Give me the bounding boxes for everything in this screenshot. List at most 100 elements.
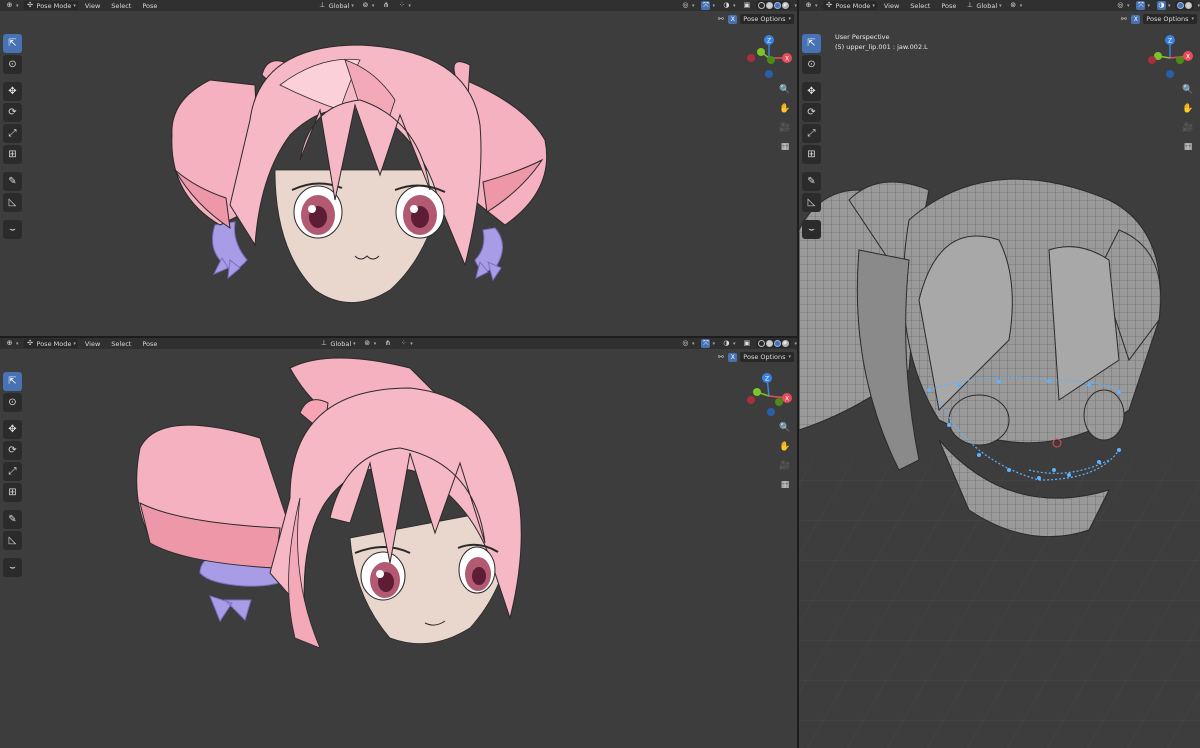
transform-tool-icon[interactable]: ⊞	[3, 145, 22, 164]
menu-view[interactable]: View	[880, 2, 903, 10]
chevron-down-icon[interactable]: ▾	[794, 3, 797, 9]
rotate-tool-icon[interactable]: ⟳	[802, 103, 821, 122]
select-tool-icon[interactable]: ⇱	[3, 372, 22, 391]
wireframe-shading-icon[interactable]	[758, 2, 766, 9]
mode-dropdown[interactable]: ✣ Pose Mode ▾	[822, 1, 877, 10]
visibility-dropdown[interactable]: ◎ ▾	[679, 339, 697, 348]
pan-hand-icon[interactable]: ✋	[777, 101, 793, 117]
select-tool-icon[interactable]: ⇱	[3, 34, 22, 53]
solid-shading-icon[interactable]	[766, 2, 774, 9]
zoom-icon[interactable]: 🔍	[777, 420, 793, 436]
pose-options-dropdown[interactable]: Pose Options ▾	[740, 14, 794, 24]
snap-button[interactable]: ⋔	[379, 1, 392, 10]
menu-view[interactable]: View	[81, 2, 104, 10]
rendered-shading-icon[interactable]	[782, 340, 790, 347]
material-shading-icon[interactable]	[774, 340, 782, 347]
ortho-grid-icon[interactable]: ▦	[777, 477, 793, 493]
gizmo-toggle[interactable]: ⤧ ▾	[699, 1, 717, 10]
solid-shading-icon[interactable]	[766, 340, 774, 347]
menu-pose[interactable]: Pose	[138, 2, 161, 10]
rendered-shading-icon[interactable]	[782, 2, 790, 9]
pan-hand-icon[interactable]: ✋	[1180, 101, 1196, 117]
orientation-dropdown[interactable]: ⊥ Global ▾	[316, 1, 356, 10]
solid-shading-icon[interactable]	[1185, 2, 1193, 9]
overlays-toggle[interactable]: ◑ ▾	[1155, 1, 1173, 10]
pivot-dropdown[interactable]: ⊚ ▾	[1007, 1, 1025, 10]
mode-dropdown[interactable]: ✣ Pose Mode ▾	[23, 1, 78, 10]
rotate-tool-icon[interactable]: ⟳	[3, 103, 22, 122]
move-tool-icon[interactable]: ✥	[3, 82, 22, 101]
pivot-dropdown[interactable]: ⊚ ▾	[359, 1, 377, 10]
cursor-tool-icon[interactable]: ⊙	[3, 393, 22, 412]
pivot-dropdown[interactable]: ⊚ ▾	[361, 339, 379, 348]
snap-button[interactable]: ⋔	[381, 339, 394, 348]
pose-options-dropdown[interactable]: Pose Options ▾	[740, 352, 794, 362]
viewport-right[interactable]: ⊕ ▾ ✣ Pose Mode ▾ View Select Pose ⊥ Global ▾…	[799, 0, 1200, 748]
viewport-top-left[interactable]: ⊕ ▾ ✣ Pose Mode ▾ View Select Pose ⊥ Global ▾…	[0, 0, 797, 336]
xray-toggle[interactable]: ▣	[740, 339, 753, 348]
move-tool-icon[interactable]: ✥	[802, 82, 821, 101]
viewport-scene[interactable]	[0, 338, 797, 748]
mode-dropdown[interactable]: ✣ Pose Mode ▾	[23, 339, 78, 348]
pose-relax-tool-icon[interactable]: ⌣	[802, 220, 821, 239]
annotate-tool-icon[interactable]: ✎	[3, 510, 22, 529]
orientation-dropdown[interactable]: ⊥ Global ▾	[317, 339, 357, 348]
viewport-scene[interactable]	[799, 0, 1200, 748]
menu-pose[interactable]: Pose	[138, 340, 161, 348]
wireframe-shading-icon[interactable]	[1177, 2, 1185, 9]
annotate-tool-icon[interactable]: ✎	[802, 172, 821, 191]
x-mirror-button[interactable]: X	[728, 14, 738, 24]
zoom-icon[interactable]: 🔍	[777, 82, 793, 98]
gizmo-toggle[interactable]: ⤧ ▾	[699, 339, 717, 348]
measure-tool-icon[interactable]: ◺	[802, 193, 821, 212]
camera-icon[interactable]: 🎥	[777, 458, 793, 474]
menu-pose[interactable]: Pose	[937, 2, 960, 10]
viewport-scene[interactable]	[0, 0, 797, 336]
overlays-toggle[interactable]: ◑ ▾	[720, 1, 738, 10]
cursor-tool-icon[interactable]: ⊙	[802, 55, 821, 74]
chevron-down-icon[interactable]: ▾	[794, 341, 797, 347]
editor-type-button[interactable]: ⊕ ▾	[3, 1, 21, 10]
ortho-grid-icon[interactable]: ▦	[1180, 139, 1196, 155]
pose-relax-tool-icon[interactable]: ⌣	[3, 220, 22, 239]
scale-tool-icon[interactable]: ⤢	[3, 462, 22, 481]
annotate-tool-icon[interactable]: ✎	[3, 172, 22, 191]
editor-type-button[interactable]: ⊕ ▾	[802, 1, 820, 10]
menu-view[interactable]: View	[81, 340, 104, 348]
axis-gizmo[interactable]: Z X	[745, 34, 793, 82]
scale-tool-icon[interactable]: ⤢	[3, 124, 22, 143]
measure-tool-icon[interactable]: ◺	[3, 531, 22, 550]
visibility-dropdown[interactable]: ◎ ▾	[679, 1, 697, 10]
menu-select[interactable]: Select	[906, 2, 934, 10]
select-tool-icon[interactable]: ⇱	[802, 34, 821, 53]
pan-hand-icon[interactable]: ✋	[777, 439, 793, 455]
pose-relax-tool-icon[interactable]: ⌣	[3, 558, 22, 577]
rotate-tool-icon[interactable]: ⟳	[3, 441, 22, 460]
measure-tool-icon[interactable]: ◺	[3, 193, 22, 212]
cursor-tool-icon[interactable]: ⊙	[3, 55, 22, 74]
visibility-dropdown[interactable]: ◎ ▾	[1114, 1, 1132, 10]
axis-gizmo[interactable]: Z X	[1146, 34, 1194, 82]
scale-tool-icon[interactable]: ⤢	[802, 124, 821, 143]
material-shading-icon[interactable]	[774, 2, 782, 9]
x-mirror-button[interactable]: X	[1131, 14, 1141, 24]
move-tool-icon[interactable]: ✥	[3, 420, 22, 439]
xray-toggle[interactable]: ▣	[740, 1, 753, 10]
orientation-dropdown[interactable]: ⊥ Global ▾	[963, 1, 1003, 10]
wireframe-shading-icon[interactable]	[758, 340, 766, 347]
zoom-icon[interactable]: 🔍	[1180, 82, 1196, 98]
viewport-bottom-left[interactable]: ⊕ ▾ ✣ Pose Mode ▾ View Select Pose ⊥ Global ▾…	[0, 338, 797, 748]
x-mirror-button[interactable]: X	[728, 352, 738, 362]
camera-icon[interactable]: 🎥	[777, 120, 793, 136]
menu-select[interactable]: Select	[107, 2, 135, 10]
transform-tool-icon[interactable]: ⊞	[3, 483, 22, 502]
gizmo-toggle[interactable]: ⤧ ▾	[1134, 1, 1152, 10]
axis-gizmo[interactable]: Z X	[745, 372, 793, 420]
snap-options[interactable]: ⁘ ▾	[395, 1, 413, 10]
camera-icon[interactable]: 🎥	[1180, 120, 1196, 136]
overlays-toggle[interactable]: ◑ ▾	[720, 339, 738, 348]
menu-select[interactable]: Select	[107, 340, 135, 348]
pose-options-dropdown[interactable]: Pose Options ▾	[1143, 14, 1197, 24]
ortho-grid-icon[interactable]: ▦	[777, 139, 793, 155]
transform-tool-icon[interactable]: ⊞	[802, 145, 821, 164]
